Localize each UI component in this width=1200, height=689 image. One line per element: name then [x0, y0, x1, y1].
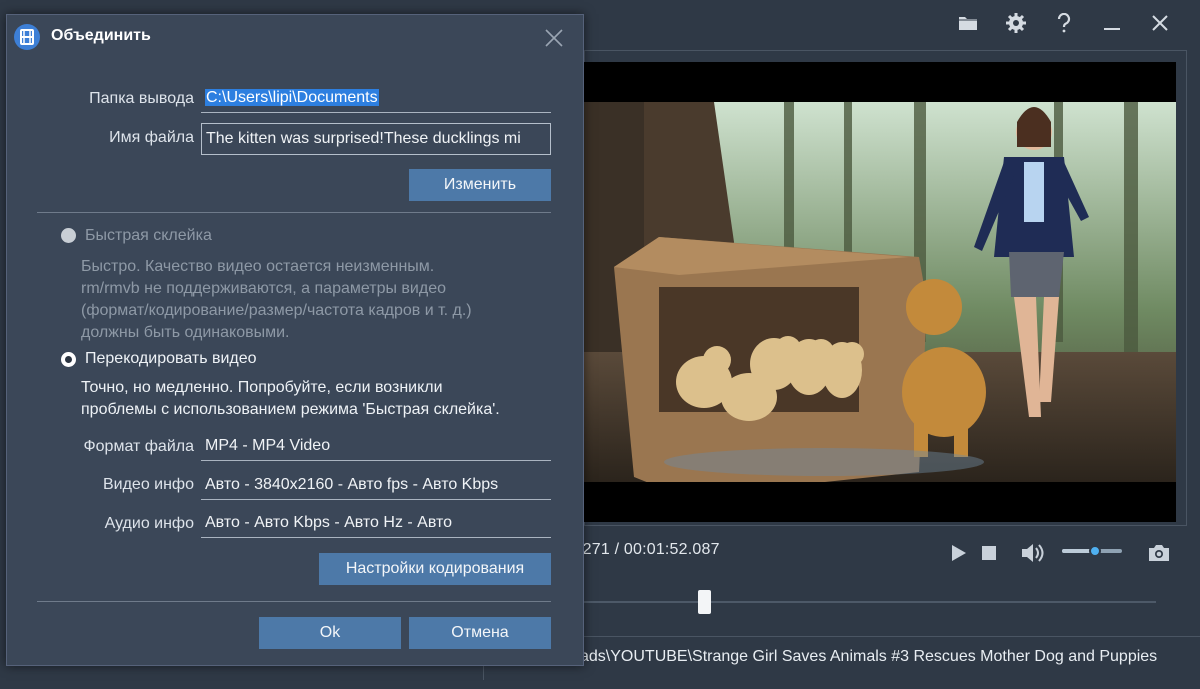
output-folder-field[interactable]: C:\Users\lipi\Documents	[201, 85, 551, 113]
ok-button[interactable]: Ok	[259, 617, 401, 649]
top-toolbar	[944, 6, 1184, 40]
output-folder-label: Папка вывода	[89, 90, 194, 107]
file-format-field[interactable]: MP4 - MP4 Video	[201, 433, 551, 461]
reencode-description: Точно, но медленно. Попробуйте, если воз…	[81, 377, 500, 421]
status-bar: ads\YOUTUBE\Strange Girl Saves Animals #…	[483, 636, 1200, 680]
reencode-radio[interactable]	[61, 352, 76, 367]
divider	[37, 601, 551, 602]
seek-bar[interactable]	[584, 601, 1156, 603]
help-icon[interactable]	[1040, 6, 1088, 40]
cancel-button[interactable]: Отмена	[409, 617, 551, 649]
audio-info-label: Аудио инфо	[104, 515, 194, 532]
change-button[interactable]: Изменить	[409, 169, 551, 201]
audio-info-field[interactable]: Авто - Авто Kbps - Авто Hz - Авто	[201, 510, 551, 538]
output-folder-value: C:\Users\lipi\Documents	[205, 89, 379, 106]
divider	[37, 212, 551, 213]
fast-merge-desc-line: rm/rmvb не поддерживаются, а параметры в…	[81, 280, 446, 297]
file-format-label: Формат файла	[83, 438, 194, 455]
folder-icon[interactable]	[944, 6, 992, 40]
dialog-title: Объединить	[51, 27, 151, 44]
close-icon[interactable]	[1136, 6, 1184, 40]
fast-merge-desc-line: (формат/кодирование/размер/частота кадро…	[81, 302, 472, 319]
stop-icon[interactable]	[978, 540, 1000, 566]
fast-merge-desc-line: Быстро. Качество видео остается неизменн…	[81, 258, 435, 275]
fast-merge-label: Быстрая склейка	[85, 227, 212, 244]
video-info-field[interactable]: Авто - 3840x2160 - Авто fps - Авто Kbps	[201, 472, 551, 500]
gear-icon[interactable]	[992, 6, 1040, 40]
film-icon	[14, 24, 40, 50]
camera-icon[interactable]	[1146, 540, 1172, 566]
reencode-label: Перекодировать видео	[85, 350, 257, 367]
fast-merge-description: Быстро. Качество видео остается неизменн…	[81, 256, 472, 344]
minimize-icon[interactable]	[1088, 6, 1136, 40]
file-path-text: ads\YOUTUBE\Strange Girl Saves Animals #…	[580, 648, 1158, 665]
fast-merge-desc-line: должны быть одинаковыми.	[81, 324, 290, 341]
video-info-label: Видео инфо	[102, 476, 194, 493]
volume-knob[interactable]	[1089, 545, 1101, 557]
volume-icon[interactable]	[1018, 540, 1048, 566]
dialog-title-bar: Объединить	[7, 15, 583, 59]
video-frame-image	[584, 102, 1176, 482]
close-icon[interactable]	[543, 27, 565, 49]
filename-input[interactable]: The kitten was surprised!These ducklings…	[201, 123, 551, 155]
video-preview[interactable]	[584, 62, 1176, 522]
encoding-settings-button[interactable]: Настройки кодирования	[319, 553, 551, 585]
time-readout: .271 / 00:01:52.087	[578, 541, 720, 558]
volume-slider[interactable]	[1062, 545, 1122, 557]
seek-thumb[interactable]	[698, 590, 712, 614]
filename-label: Имя файла	[109, 129, 194, 146]
fast-merge-radio[interactable]	[61, 228, 76, 243]
merge-dialog: Объединить Папка вывода C:\Users\lipi\Do…	[6, 14, 584, 666]
reencode-desc-line: проблемы с использованием режима 'Быстра…	[81, 401, 500, 418]
play-icon[interactable]	[946, 540, 970, 566]
reencode-desc-line: Точно, но медленно. Попробуйте, если воз…	[81, 379, 443, 396]
